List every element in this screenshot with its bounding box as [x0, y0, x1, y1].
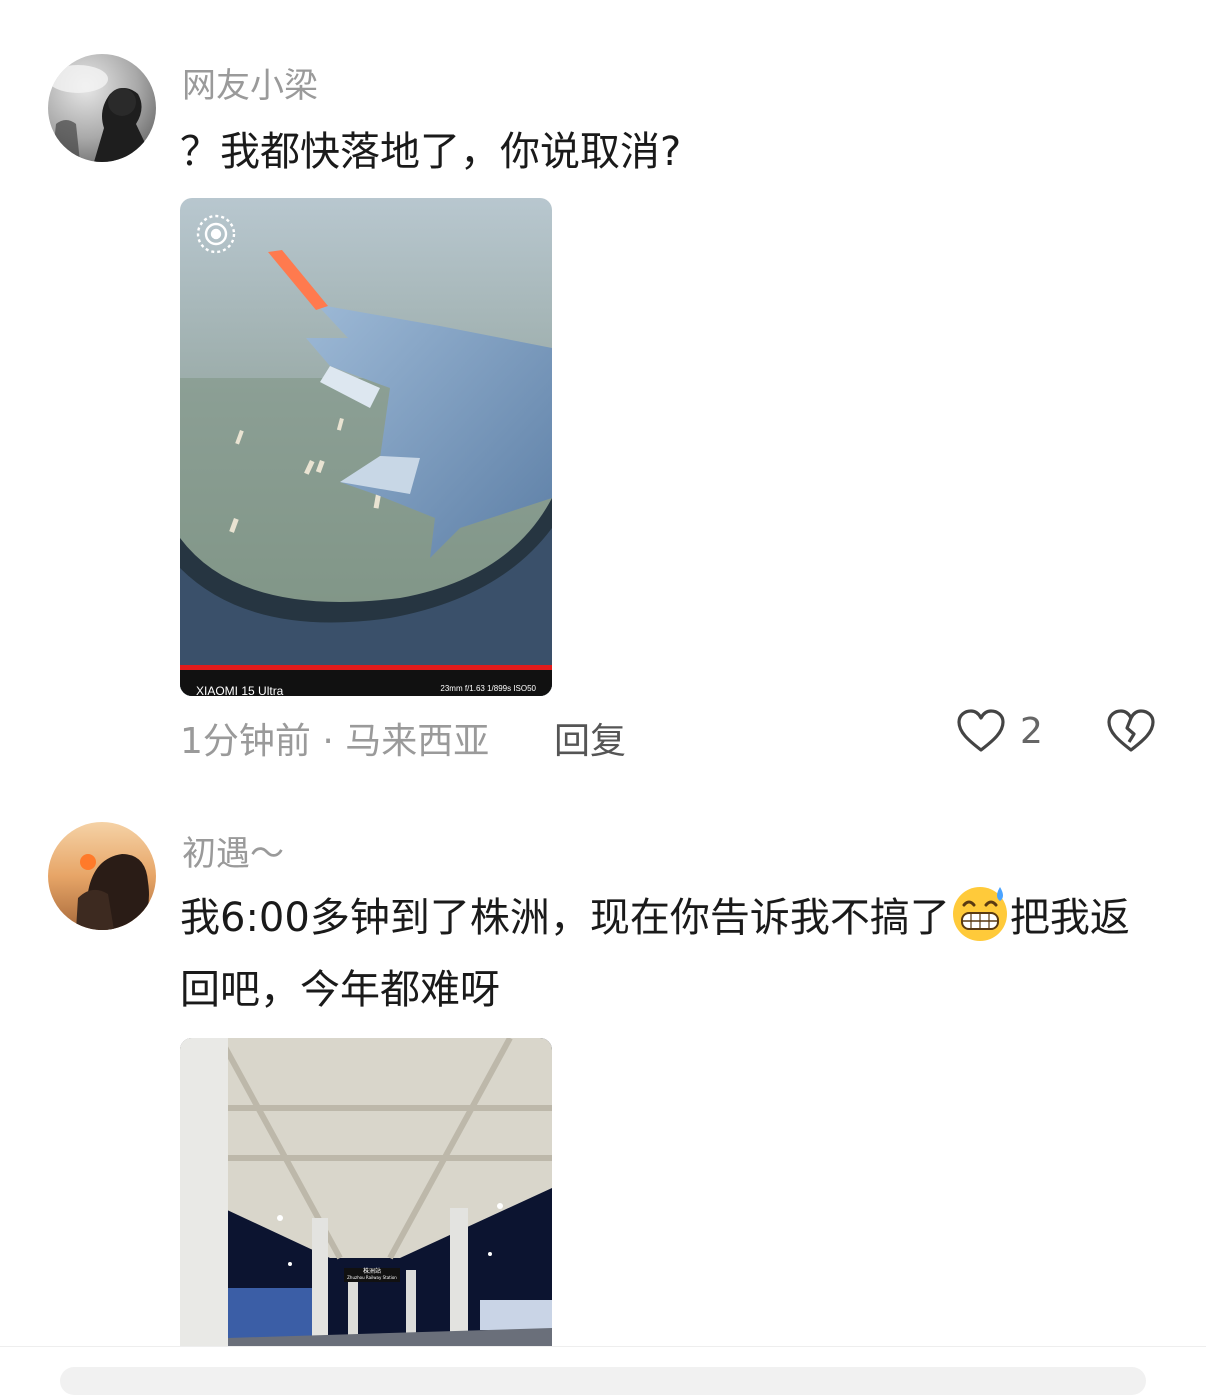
comment-text: ？我都快落地了，你说取消? [180, 129, 682, 175]
username[interactable]: 网友小梁 [182, 58, 318, 107]
camera-brand-text: XIAOMI 15 Ultra [196, 684, 284, 696]
comment-text: 我6:00多钟到了株洲，现在你告诉我不搞了 把我返回吧，今年都难呀 [180, 882, 1160, 1026]
broken-heart-icon [1107, 709, 1155, 752]
avatar[interactable] [48, 822, 156, 930]
comment-image[interactable]: XIAOMI 15 Ultra 23mm f/1.63 1/899s ISO50 [180, 198, 552, 696]
comment-input-bar[interactable] [60, 1367, 1146, 1395]
like-button[interactable]: 2 [956, 708, 1043, 754]
grinning-sweat-emoji-icon [952, 887, 1007, 941]
username[interactable]: 初遇～ [182, 826, 284, 875]
like-count: 2 [1020, 710, 1043, 752]
exif-text: 23mm f/1.63 1/899s ISO50 [440, 684, 536, 693]
comment-text-part: 我6:00多钟到了株洲，现在你告诉我不搞了 [180, 895, 950, 941]
airplane-wing-photo [180, 198, 552, 696]
dislike-button[interactable] [1106, 708, 1156, 758]
heart-icon [957, 709, 1005, 752]
avatar[interactable] [48, 54, 156, 162]
divider [0, 1346, 1206, 1347]
reply-button[interactable]: 回复 [554, 712, 626, 764]
comment-meta: 1分钟前 · 马来西亚 [180, 721, 490, 762]
station-sign: 株洲站 Zhuzhou Railway Station [347, 1268, 397, 1281]
sunset-girl-avatar [48, 822, 156, 930]
railway-station-photo [180, 1038, 552, 1346]
person-portrait-avatar [48, 54, 156, 162]
comment-image[interactable]: 株洲站 Zhuzhou Railway Station [180, 1038, 552, 1346]
